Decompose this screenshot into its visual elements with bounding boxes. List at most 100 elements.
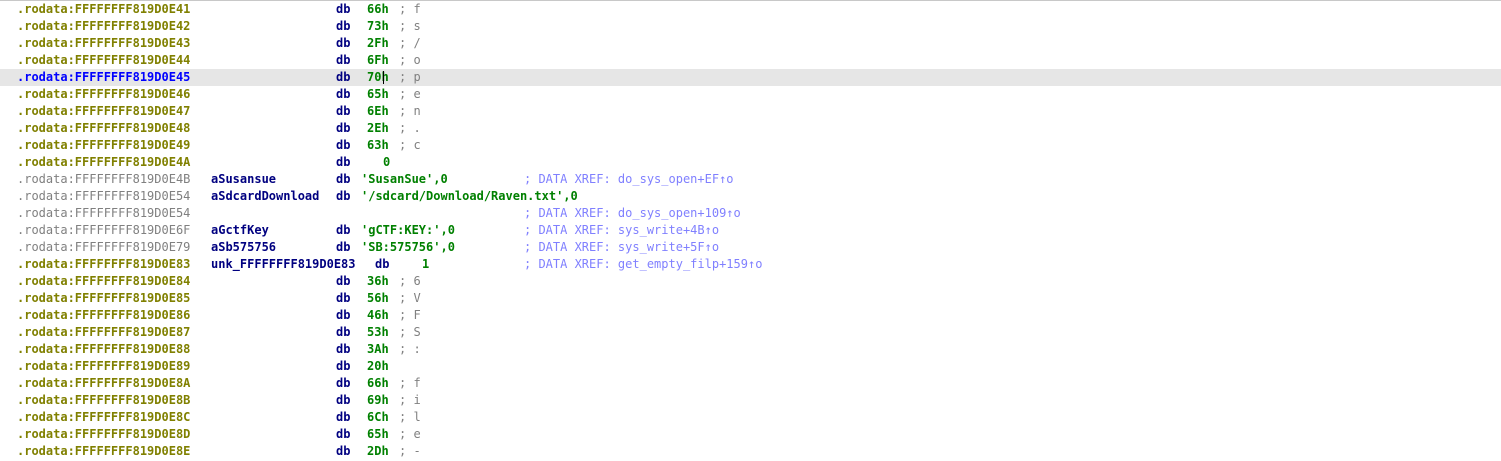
line-operand[interactable]: 0 bbox=[383, 154, 390, 171]
line-address[interactable]: .rodata:FFFFFFFF819D0E8D bbox=[17, 426, 190, 443]
line-address[interactable]: .rodata:FFFFFFFF819D0E47 bbox=[17, 103, 190, 120]
line-comment: ; s bbox=[399, 19, 421, 33]
listing-line[interactable]: .rodata:FFFFFFFF819D0E54 ; DATA XREF: do_… bbox=[0, 205, 1501, 222]
line-operand[interactable]: 1 bbox=[422, 256, 429, 273]
line-xref-comment[interactable]: ; DATA XREF: sys_write+5F↑o bbox=[524, 239, 719, 256]
listing-line[interactable]: .rodata:FFFFFFFF819D0E49 db 63h ; c bbox=[0, 137, 1501, 154]
listing-line[interactable]: .rodata:FFFFFFFF819D0E8C db 6Ch ; l bbox=[0, 409, 1501, 426]
line-xref-comment[interactable]: ; DATA XREF: get_empty_filp+159↑o bbox=[524, 256, 762, 273]
line-address[interactable]: .rodata:FFFFFFFF819D0E79 bbox=[17, 239, 190, 256]
listing-line[interactable]: .rodata:FFFFFFFF819D0E43 db 2Fh ; / bbox=[0, 35, 1501, 52]
line-address[interactable]: .rodata:FFFFFFFF819D0E54 bbox=[17, 205, 190, 222]
listing-line[interactable]: .rodata:FFFFFFFF819D0E86 db 46h ; F bbox=[0, 307, 1501, 324]
disassembly-view[interactable]: .rodata:FFFFFFFF819D0E41 db 66h; f .rodata:… bbox=[0, 0, 1501, 461]
line-operand[interactable]: 6Ch bbox=[367, 409, 389, 426]
line-operand[interactable]: 73h bbox=[367, 18, 389, 35]
line-operand[interactable]: 69h bbox=[367, 392, 389, 409]
listing-line[interactable]: .rodata:FFFFFFFF819D0E42 db 73h ; s bbox=[0, 18, 1501, 35]
listing-line[interactable]: .rodata:FFFFFFFF819D0E44 db 6Fh ; o bbox=[0, 52, 1501, 69]
line-xref-comment[interactable]: ; DATA XREF: do_sys_open+EF↑o bbox=[524, 171, 734, 188]
listing-line[interactable]: .rodata:FFFFFFFF819D0E8E db 2Dh ; - bbox=[0, 443, 1501, 460]
line-operand[interactable]: 63h bbox=[367, 137, 389, 154]
line-address[interactable]: .rodata:FFFFFFFF819D0E43 bbox=[17, 35, 190, 52]
listing-line[interactable]: .rodata:FFFFFFFF819D0E89 db 20h bbox=[0, 358, 1501, 375]
line-address[interactable]: .rodata:FFFFFFFF819D0E88 bbox=[17, 341, 190, 358]
listing-line[interactable]: .rodata:FFFFFFFF819D0E47 db 6Eh ; n bbox=[0, 103, 1501, 120]
line-operand[interactable]: 'SusanSue',0 bbox=[361, 171, 448, 188]
line-address[interactable]: .rodata:FFFFFFFF819D0E84 bbox=[17, 273, 190, 290]
listing-line[interactable]: .rodata:FFFFFFFF819D0E84 db 36h ; 6 bbox=[0, 273, 1501, 290]
line-operand[interactable]: 3Ah bbox=[367, 341, 389, 358]
line-operand[interactable]: 56h bbox=[367, 290, 389, 307]
line-xref-comment[interactable]: ; DATA XREF: sys_write+4B↑o bbox=[524, 222, 719, 239]
listing-line-current[interactable]: .rodata:FFFFFFFF819D0E45 db 70h ; p bbox=[0, 69, 1501, 86]
line-comment: ; F bbox=[399, 308, 421, 322]
listing-line[interactable]: .rodata:FFFFFFFF819D0E8A db 66h ; f bbox=[0, 375, 1501, 392]
line-address[interactable]: .rodata:FFFFFFFF819D0E44 bbox=[17, 52, 190, 69]
line-operand[interactable]: '/sdcard/Download/Raven.txt',0 bbox=[361, 188, 578, 205]
line-operand[interactable]: 36h bbox=[367, 273, 389, 290]
line-label[interactable]: aGctfKey bbox=[211, 222, 269, 239]
line-address[interactable]: .rodata:FFFFFFFF819D0E8B bbox=[17, 392, 190, 409]
line-label[interactable]: aSusansue bbox=[211, 171, 276, 188]
listing-line[interactable]: .rodata:FFFFFFFF819D0E4B aSusansue db 'Susa… bbox=[0, 171, 1501, 188]
listing-line[interactable]: .rodata:FFFFFFFF819D0E85 db 56h ; V bbox=[0, 290, 1501, 307]
line-comment: ; e bbox=[399, 427, 421, 441]
line-operand[interactable]: 66h bbox=[367, 1, 389, 18]
line-address[interactable]: .rodata:FFFFFFFF819D0E41 bbox=[17, 1, 190, 18]
line-address[interactable]: .rodata:FFFFFFFF819D0E87 bbox=[17, 324, 190, 341]
line-address[interactable]: .rodata:FFFFFFFF819D0E48 bbox=[17, 120, 190, 137]
listing-line[interactable]: .rodata:FFFFFFFF819D0E88 db 3Ah ; : bbox=[0, 341, 1501, 358]
listing-line[interactable]: .rodata:FFFFFFFF819D0E79 aSb575756 db 'SB:5… bbox=[0, 239, 1501, 256]
line-address[interactable]: .rodata:FFFFFFFF819D0E8E bbox=[17, 443, 190, 460]
line-address[interactable]: .rodata:FFFFFFFF819D0E46 bbox=[17, 86, 190, 103]
line-operand[interactable]: 'SB:575756',0 bbox=[361, 239, 455, 256]
line-label[interactable]: aSdcardDownload bbox=[211, 188, 319, 205]
line-address[interactable]: .rodata:FFFFFFFF819D0E4A bbox=[17, 154, 190, 171]
line-mnemonic: db bbox=[336, 223, 351, 237]
listing-line[interactable]: .rodata:FFFFFFFF819D0E41 db 66h ; f bbox=[0, 1, 1501, 18]
line-comment: ; o bbox=[399, 53, 421, 67]
listing-line[interactable]: .rodata:FFFFFFFF819D0E54 aSdcardDownload d… bbox=[0, 188, 1501, 205]
line-address[interactable]: .rodata:FFFFFFFF819D0E86 bbox=[17, 307, 190, 324]
line-mnemonic: db bbox=[336, 427, 351, 441]
line-comment: ; l bbox=[399, 410, 421, 424]
listing-line[interactable]: .rodata:FFFFFFFF819D0E87 db 53h ; S bbox=[0, 324, 1501, 341]
line-operand[interactable]: 53h bbox=[367, 324, 389, 341]
line-operand[interactable]: 46h bbox=[367, 307, 389, 324]
listing-line[interactable]: .rodata:FFFFFFFF819D0E83 unk_FFFFFFFF819D… bbox=[0, 256, 1501, 273]
line-operand[interactable]: 6Fh bbox=[367, 52, 389, 69]
line-address[interactable]: .rodata:FFFFFFFF819D0E8C bbox=[17, 409, 190, 426]
line-address[interactable]: .rodata:FFFFFFFF819D0E6F bbox=[17, 222, 190, 239]
line-address[interactable]: .rodata:FFFFFFFF819D0E4B bbox=[17, 171, 190, 188]
line-operand[interactable]: 2Eh bbox=[367, 120, 389, 137]
line-address[interactable]: .rodata:FFFFFFFF819D0E49 bbox=[17, 137, 190, 154]
line-address[interactable]: .rodata:FFFFFFFF819D0E8A bbox=[17, 375, 190, 392]
line-operand[interactable]: 'gCTF:KEY:',0 bbox=[361, 222, 455, 239]
line-mnemonic: db bbox=[336, 70, 351, 84]
line-address[interactable]: .rodata:FFFFFFFF819D0E85 bbox=[17, 290, 190, 307]
line-operand[interactable]: 65h bbox=[367, 86, 389, 103]
line-address[interactable]: .rodata:FFFFFFFF819D0E42 bbox=[17, 18, 190, 35]
line-comment: ; - bbox=[399, 444, 421, 458]
line-address[interactable]: .rodata:FFFFFFFF819D0E45 bbox=[17, 69, 190, 86]
line-operand[interactable]: 2Fh bbox=[367, 35, 389, 52]
listing-line[interactable]: .rodata:FFFFFFFF819D0E46 db 65h ; e bbox=[0, 86, 1501, 103]
listing-line[interactable]: .rodata:FFFFFFFF819D0E48 db 2Eh ; . bbox=[0, 120, 1501, 137]
line-operand[interactable]: 70h bbox=[367, 69, 389, 86]
line-operand[interactable]: 6Eh bbox=[367, 103, 389, 120]
line-label[interactable]: aSb575756 bbox=[211, 239, 276, 256]
listing-line[interactable]: .rodata:FFFFFFFF819D0E8D db 65h ; e bbox=[0, 426, 1501, 443]
line-xref-comment[interactable]: ; DATA XREF: do_sys_open+109↑o bbox=[524, 205, 741, 222]
line-operand[interactable]: 66h bbox=[367, 375, 389, 392]
line-address[interactable]: .rodata:FFFFFFFF819D0E89 bbox=[17, 358, 190, 375]
line-operand[interactable]: 20h bbox=[367, 358, 389, 375]
listing-line[interactable]: .rodata:FFFFFFFF819D0E8B db 69h ; i bbox=[0, 392, 1501, 409]
line-operand[interactable]: 2Dh bbox=[367, 443, 389, 460]
listing-line[interactable]: .rodata:FFFFFFFF819D0E4A db 0 bbox=[0, 154, 1501, 171]
line-label[interactable]: unk_FFFFFFFF819D0E83 bbox=[211, 256, 356, 273]
listing-line[interactable]: .rodata:FFFFFFFF819D0E6F aGctfKey db 'gCTF:… bbox=[0, 222, 1501, 239]
line-address[interactable]: .rodata:FFFFFFFF819D0E54 bbox=[17, 188, 190, 205]
line-address[interactable]: .rodata:FFFFFFFF819D0E83 bbox=[17, 256, 190, 273]
line-operand[interactable]: 65h bbox=[367, 426, 389, 443]
